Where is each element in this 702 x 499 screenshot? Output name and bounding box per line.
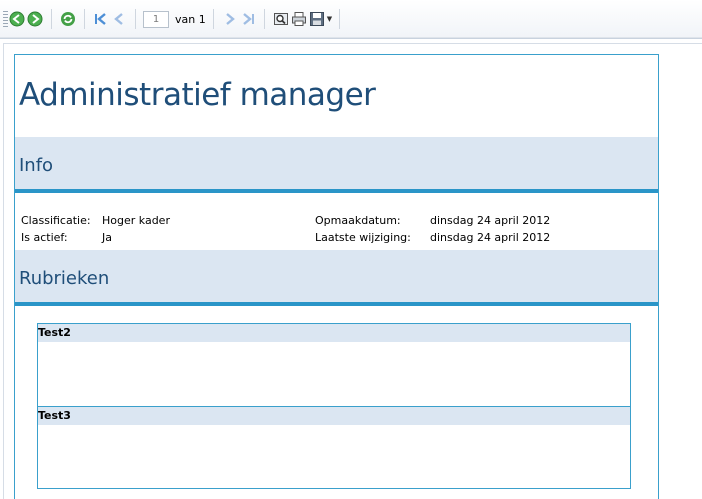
forward-arrow-icon[interactable] (27, 11, 43, 27)
rubriek-block: Test2 (37, 323, 631, 406)
section-rubrieken-title: Rubrieken (19, 268, 110, 289)
classificatie-label: Classificatie: (21, 214, 91, 227)
section-info-title: Info (19, 155, 54, 176)
laatste-wijziging-value: dinsdag 24 april 2012 (430, 231, 551, 244)
previous-page-icon[interactable] (111, 11, 127, 27)
toolbar-separator (212, 9, 214, 29)
find-icon[interactable] (273, 11, 289, 27)
page-count-label: van 1 (175, 12, 206, 26)
report-title: Administratief manager (19, 77, 376, 113)
toolbar-separator (51, 9, 52, 29)
next-page-icon[interactable] (222, 11, 238, 27)
toolbar-grip[interactable] (3, 11, 8, 27)
save-dropdown-icon[interactable]: ▼ (327, 15, 332, 23)
toolbar-separator (263, 9, 265, 29)
toolbar-separator (135, 9, 136, 29)
toolbar-separator (84, 9, 85, 29)
save-icon[interactable] (309, 11, 325, 27)
section-info: Info (15, 137, 658, 193)
section-rubrieken: Rubrieken (15, 250, 658, 306)
rubriek-title: Test3 (38, 407, 630, 425)
actief-value: Ja (102, 231, 112, 244)
last-page-icon[interactable] (240, 11, 256, 27)
first-page-icon[interactable] (93, 11, 109, 27)
toolbar-separator (339, 9, 341, 29)
actief-label: Is actief: (21, 231, 68, 244)
refresh-icon[interactable] (60, 11, 76, 27)
back-arrow-icon[interactable] (9, 11, 25, 27)
rubriek-title: Test2 (38, 324, 630, 342)
rubriek-block: Test3 (37, 406, 631, 489)
classificatie-value: Hoger kader (102, 214, 170, 227)
laatste-wijziging-label: Laatste wijziging: (315, 231, 411, 244)
toolbar-strip: van 1 ▼ (0, 5, 702, 33)
page-number-input[interactable] (143, 10, 169, 28)
report-page: Administratief manager Info Classificati… (14, 54, 659, 499)
property-block: Classificatie: Hoger kader Is actief: Ja… (21, 212, 641, 248)
print-icon[interactable] (291, 11, 307, 27)
report-toolbar: van 1 ▼ (0, 0, 702, 38)
opmaakdatum-value: dinsdag 24 april 2012 (430, 214, 551, 227)
opmaakdatum-label: Opmaakdatum: (315, 214, 401, 227)
